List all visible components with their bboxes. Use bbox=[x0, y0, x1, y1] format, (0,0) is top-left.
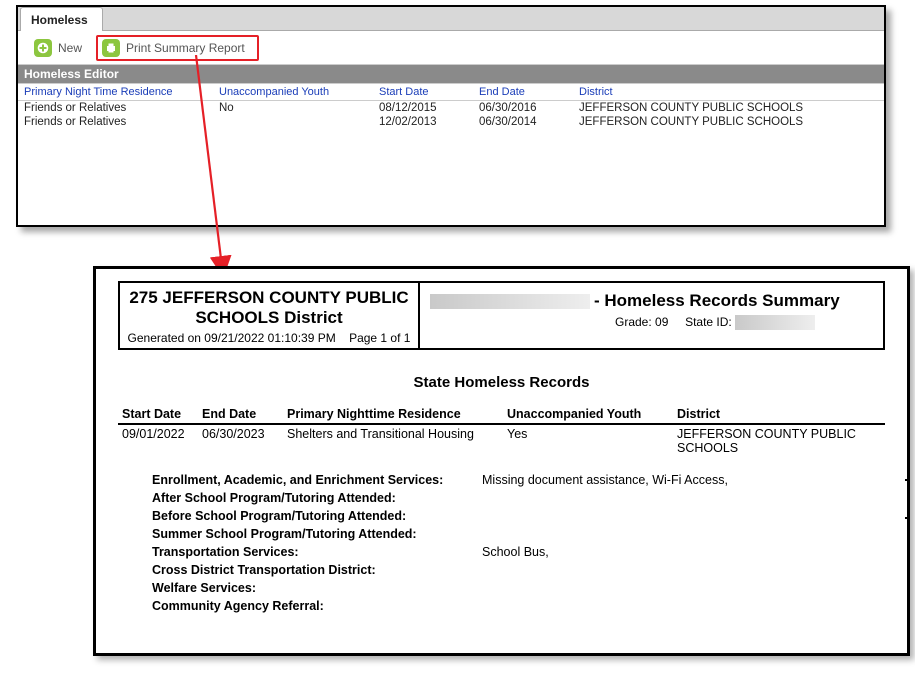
homeless-grid: Primary Night Time Residence Unaccompani… bbox=[18, 83, 884, 101]
grid-row[interactable]: Friends or Relatives No 08/12/2015 06/30… bbox=[18, 101, 884, 115]
editor-title: Homeless Editor bbox=[18, 65, 884, 83]
records-row: 09/01/2022 06/30/2023 Shelters and Trans… bbox=[118, 424, 885, 457]
tab-homeless[interactable]: Homeless bbox=[20, 7, 103, 31]
grid-row[interactable]: Friends or Relatives 12/02/2013 06/30/20… bbox=[18, 115, 884, 129]
col-uyouth[interactable]: Unaccompanied Youth bbox=[213, 84, 373, 101]
rcol-uyouth: Unaccompanied Youth bbox=[503, 405, 673, 424]
rcell-start: 09/01/2022 bbox=[118, 424, 198, 457]
svc-value bbox=[482, 599, 885, 613]
svc-label: Welfare Services: bbox=[152, 581, 482, 595]
section-title: State Homeless Records bbox=[118, 374, 885, 391]
report-header: 275 JEFFERSON COUNTY PUBLIC SCHOOLS Dist… bbox=[118, 281, 885, 350]
tab-bar: Homeless bbox=[18, 7, 884, 31]
col-district[interactable]: District bbox=[573, 84, 884, 101]
redacted-name bbox=[430, 294, 590, 309]
services-list: Enrollment, Academic, and Enrichment Ser… bbox=[118, 471, 885, 615]
rcol-end: End Date bbox=[198, 405, 283, 424]
homeless-panel: Homeless New Print Summary Report Homele… bbox=[16, 5, 886, 227]
new-button-label: New bbox=[58, 41, 82, 55]
grade-label: Grade: bbox=[615, 315, 652, 329]
cell-end: 06/30/2016 bbox=[473, 101, 573, 115]
toolbar: New Print Summary Report bbox=[18, 31, 884, 65]
cell-uyouth bbox=[213, 115, 373, 129]
print-summary-label: Print Summary Report bbox=[126, 41, 245, 55]
svc-value bbox=[482, 563, 885, 577]
svc-label: Transportation Services: bbox=[152, 545, 482, 559]
svc-label: Community Agency Referral: bbox=[152, 599, 482, 613]
report-district-title: 275 JEFFERSON COUNTY PUBLIC SCHOOLS Dist… bbox=[124, 288, 414, 327]
cell-residence: Friends or Relatives bbox=[18, 101, 213, 115]
svc-value bbox=[482, 527, 885, 541]
rcol-res: Primary Nighttime Residence bbox=[283, 405, 503, 424]
new-button[interactable]: New bbox=[26, 35, 90, 61]
redacted-stateid bbox=[735, 315, 815, 330]
report-generated: Generated on 09/21/2022 01:10:39 PM bbox=[128, 331, 336, 345]
cell-district: JEFFERSON COUNTY PUBLIC SCHOOLS bbox=[573, 115, 884, 129]
records-table: Start Date End Date Primary Nighttime Re… bbox=[118, 405, 885, 457]
svc-value bbox=[482, 581, 885, 595]
print-icon bbox=[102, 39, 120, 57]
tick-mark bbox=[905, 517, 909, 519]
cell-end: 06/30/2014 bbox=[473, 115, 573, 129]
rcol-district: District bbox=[673, 405, 885, 424]
svc-label: Summer School Program/Tutoring Attended: bbox=[152, 527, 482, 541]
svc-value bbox=[482, 509, 885, 523]
svc-value bbox=[482, 491, 885, 505]
report-panel: 275 JEFFERSON COUNTY PUBLIC SCHOOLS Dist… bbox=[93, 266, 910, 656]
tick-mark bbox=[905, 479, 909, 481]
svc-value: School Bus, bbox=[482, 545, 885, 559]
grade-value: 09 bbox=[655, 315, 668, 329]
grid-header-row: Primary Night Time Residence Unaccompani… bbox=[18, 84, 884, 101]
stateid-label: State ID: bbox=[685, 315, 732, 329]
cell-residence: Friends or Relatives bbox=[18, 115, 213, 129]
svc-label: After School Program/Tutoring Attended: bbox=[152, 491, 482, 505]
col-end[interactable]: End Date bbox=[473, 84, 573, 101]
svc-value: Missing document assistance, Wi-Fi Acces… bbox=[482, 473, 885, 487]
report-page: Page 1 of 1 bbox=[349, 331, 410, 345]
report-title: - Homeless Records Summary bbox=[594, 291, 840, 311]
svc-label: Cross District Transportation District: bbox=[152, 563, 482, 577]
rcell-res: Shelters and Transitional Housing bbox=[283, 424, 503, 457]
svc-label: Before School Program/Tutoring Attended: bbox=[152, 509, 482, 523]
cell-district: JEFFERSON COUNTY PUBLIC SCHOOLS bbox=[573, 101, 884, 115]
cell-start: 12/02/2013 bbox=[373, 115, 473, 129]
print-summary-button[interactable]: Print Summary Report bbox=[96, 35, 259, 61]
col-start[interactable]: Start Date bbox=[373, 84, 473, 101]
col-residence[interactable]: Primary Night Time Residence bbox=[18, 84, 213, 101]
rcol-start: Start Date bbox=[118, 405, 198, 424]
rcell-end: 06/30/2023 bbox=[198, 424, 283, 457]
svc-label: Enrollment, Academic, and Enrichment Ser… bbox=[152, 473, 482, 487]
rcell-uyouth: Yes bbox=[503, 424, 673, 457]
cell-start: 08/12/2015 bbox=[373, 101, 473, 115]
rcell-district: JEFFERSON COUNTY PUBLIC SCHOOLS bbox=[673, 424, 885, 457]
plus-icon bbox=[34, 39, 52, 57]
cell-uyouth: No bbox=[213, 101, 373, 115]
